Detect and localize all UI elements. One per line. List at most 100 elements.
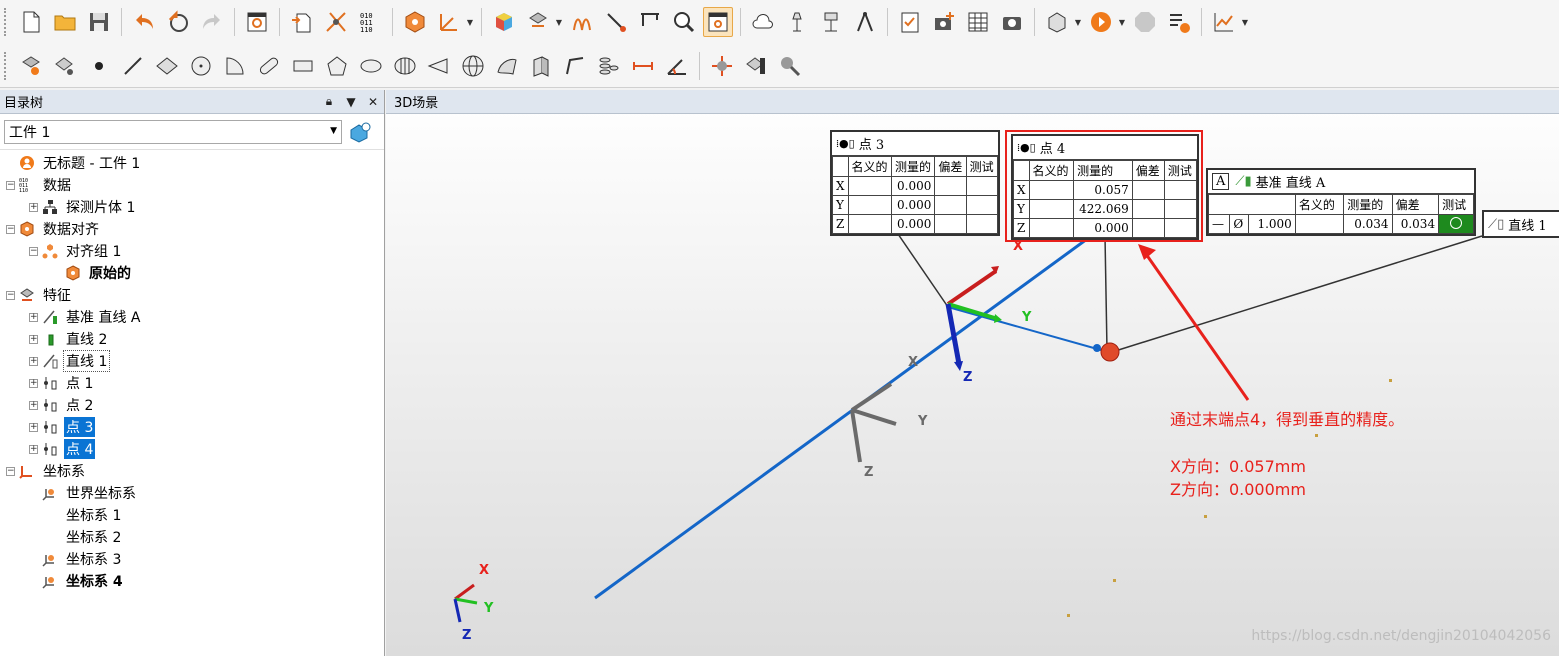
tree-item[interactable]: 无标题 - 工件 1 [0,152,384,174]
expand-icon[interactable]: + [29,444,38,454]
surface-icon[interactable] [492,51,522,81]
scan-grid-icon[interactable] [523,7,553,37]
collapse-icon[interactable]: − [29,246,38,256]
run-list-icon[interactable] [1164,7,1194,37]
collapse-icon[interactable]: − [6,290,15,300]
open-folder-icon[interactable] [50,7,80,37]
tree-item[interactable]: + 点 3 [0,416,384,438]
tree-item[interactable]: − 对齐组 1 [0,240,384,262]
caliper-icon[interactable] [635,7,665,37]
export-icon[interactable] [1042,7,1072,37]
tree-item[interactable]: 坐标系 3 [0,548,384,570]
color-cube-icon[interactable] [489,7,519,37]
point-cloud-feature-icon[interactable] [16,51,46,81]
chart-icon[interactable] [1209,7,1239,37]
collapse-icon[interactable]: − [6,466,15,476]
tree-item[interactable]: 坐标系 2 [0,526,384,548]
import-icon[interactable] [287,7,317,37]
pin-icon[interactable]: 🔒︎ [318,94,340,109]
line1-tag[interactable]: ⟋▯ 直线 1 [1482,210,1559,238]
wrench-icon[interactable] [775,51,805,81]
dropdown-arrow-icon[interactable]: ▼ [466,7,474,37]
panel-menu-icon[interactable]: ▼ [340,95,362,109]
polyline-icon[interactable] [560,51,590,81]
zoom-a1-icon[interactable] [669,7,699,37]
toolbar-grip[interactable] [4,51,10,80]
arc-icon[interactable] [220,51,250,81]
new-file-icon[interactable] [16,7,46,37]
expand-icon[interactable]: + [29,400,38,410]
datum-line-a-tag[interactable]: A ⟋▮ 基准 直线 A 名义的 测量的 偏差 测试 — Ø 1.000 0.0… [1206,168,1476,236]
align-cube-icon[interactable] [400,7,430,37]
binary-data-icon[interactable]: 010 011 110 [355,7,385,37]
compass-icon[interactable] [850,7,880,37]
plane-icon[interactable] [152,51,182,81]
collapse-icon[interactable]: − [6,224,15,234]
rectangle-icon[interactable] [288,51,318,81]
grid-point-icon[interactable] [50,51,80,81]
expand-icon[interactable]: + [29,202,38,212]
stop-icon[interactable] [1130,7,1160,37]
cone-icon[interactable] [424,51,454,81]
camera-add-icon[interactable] [929,7,959,37]
point4-marker[interactable] [1100,342,1120,362]
tree-item[interactable]: + 直线 2 [0,328,384,350]
close-icon[interactable]: ✕ [362,95,384,109]
save-icon[interactable] [84,7,114,37]
probe-stand-2-icon[interactable] [816,7,846,37]
measure-axes-icon[interactable] [434,7,464,37]
undo-icon[interactable] [129,7,159,37]
view-grid-icon[interactable] [703,7,733,37]
polygon-icon[interactable] [322,51,352,81]
dropdown-arrow-icon[interactable]: ▼ [555,7,563,37]
tree-item[interactable]: − 数据对齐 [0,218,384,240]
cloud-icon[interactable] [748,7,778,37]
dropdown-arrow-icon[interactable]: ▼ [1118,7,1126,37]
tree-item[interactable]: + 点 1 [0,372,384,394]
tree-item[interactable]: 坐标系 1 [0,504,384,526]
tree-item[interactable]: + 点 2 [0,394,384,416]
dropdown-arrow-icon[interactable]: ▼ [1241,7,1249,37]
play-icon[interactable] [1086,7,1116,37]
tree-item[interactable]: + 点 4 [0,438,384,460]
circle-icon[interactable] [186,51,216,81]
distance-icon[interactable] [628,51,658,81]
table-icon[interactable] [963,7,993,37]
tree-item[interactable]: − 坐标系 [0,460,384,482]
checklist-icon[interactable] [895,7,925,37]
expand-icon[interactable]: + [29,334,38,344]
tree-item[interactable]: + 基准 直线 A [0,306,384,328]
redo-icon[interactable] [197,7,227,37]
stack-icon[interactable] [594,51,624,81]
cylinder-icon[interactable] [390,51,420,81]
tree-item[interactable]: −010 011 110 数据 [0,174,384,196]
tree-item[interactable]: − 特征 [0,284,384,306]
expand-icon[interactable]: + [29,422,38,432]
ellipse-icon[interactable] [356,51,386,81]
sphere-icon[interactable] [458,51,488,81]
crosshair-icon[interactable] [707,51,737,81]
point-icon[interactable] [84,51,114,81]
3d-scene[interactable]: 3D场景 X Y Z X Y Z X Y Z ⁞●▯ 点 3 名义的 测量的 偏… [386,90,1559,656]
laser-icon[interactable] [321,7,351,37]
plane-2-icon[interactable] [526,51,556,81]
point4-tag[interactable]: ⁞●▯ 点 4 名义的 测量的 偏差 测试 X 0.057 Y 422.069 [1011,134,1199,240]
undo-all-icon[interactable] [163,7,193,37]
expand-icon[interactable]: + [29,356,38,366]
dropdown-arrow-icon[interactable]: ▼ [1074,7,1082,37]
expand-icon[interactable]: + [29,378,38,388]
tree-item[interactable]: 原始的 [0,262,384,284]
part-select[interactable]: 工件 1 ▼ [4,119,342,144]
tree-item[interactable]: + 直线 1 [0,350,384,372]
probe-icon[interactable] [601,7,631,37]
curve-tool-icon[interactable] [567,7,597,37]
angle-icon[interactable] [662,51,692,81]
tree-item[interactable]: 坐标系 4 [0,570,384,592]
part-properties-icon[interactable] [348,120,372,144]
collapse-icon[interactable]: − [6,180,15,190]
tree-item[interactable]: 世界坐标系 [0,482,384,504]
settings-icon[interactable] [242,7,272,37]
probe-stand-icon[interactable] [782,7,812,37]
line-icon[interactable] [118,51,148,81]
expand-icon[interactable]: + [29,312,38,322]
